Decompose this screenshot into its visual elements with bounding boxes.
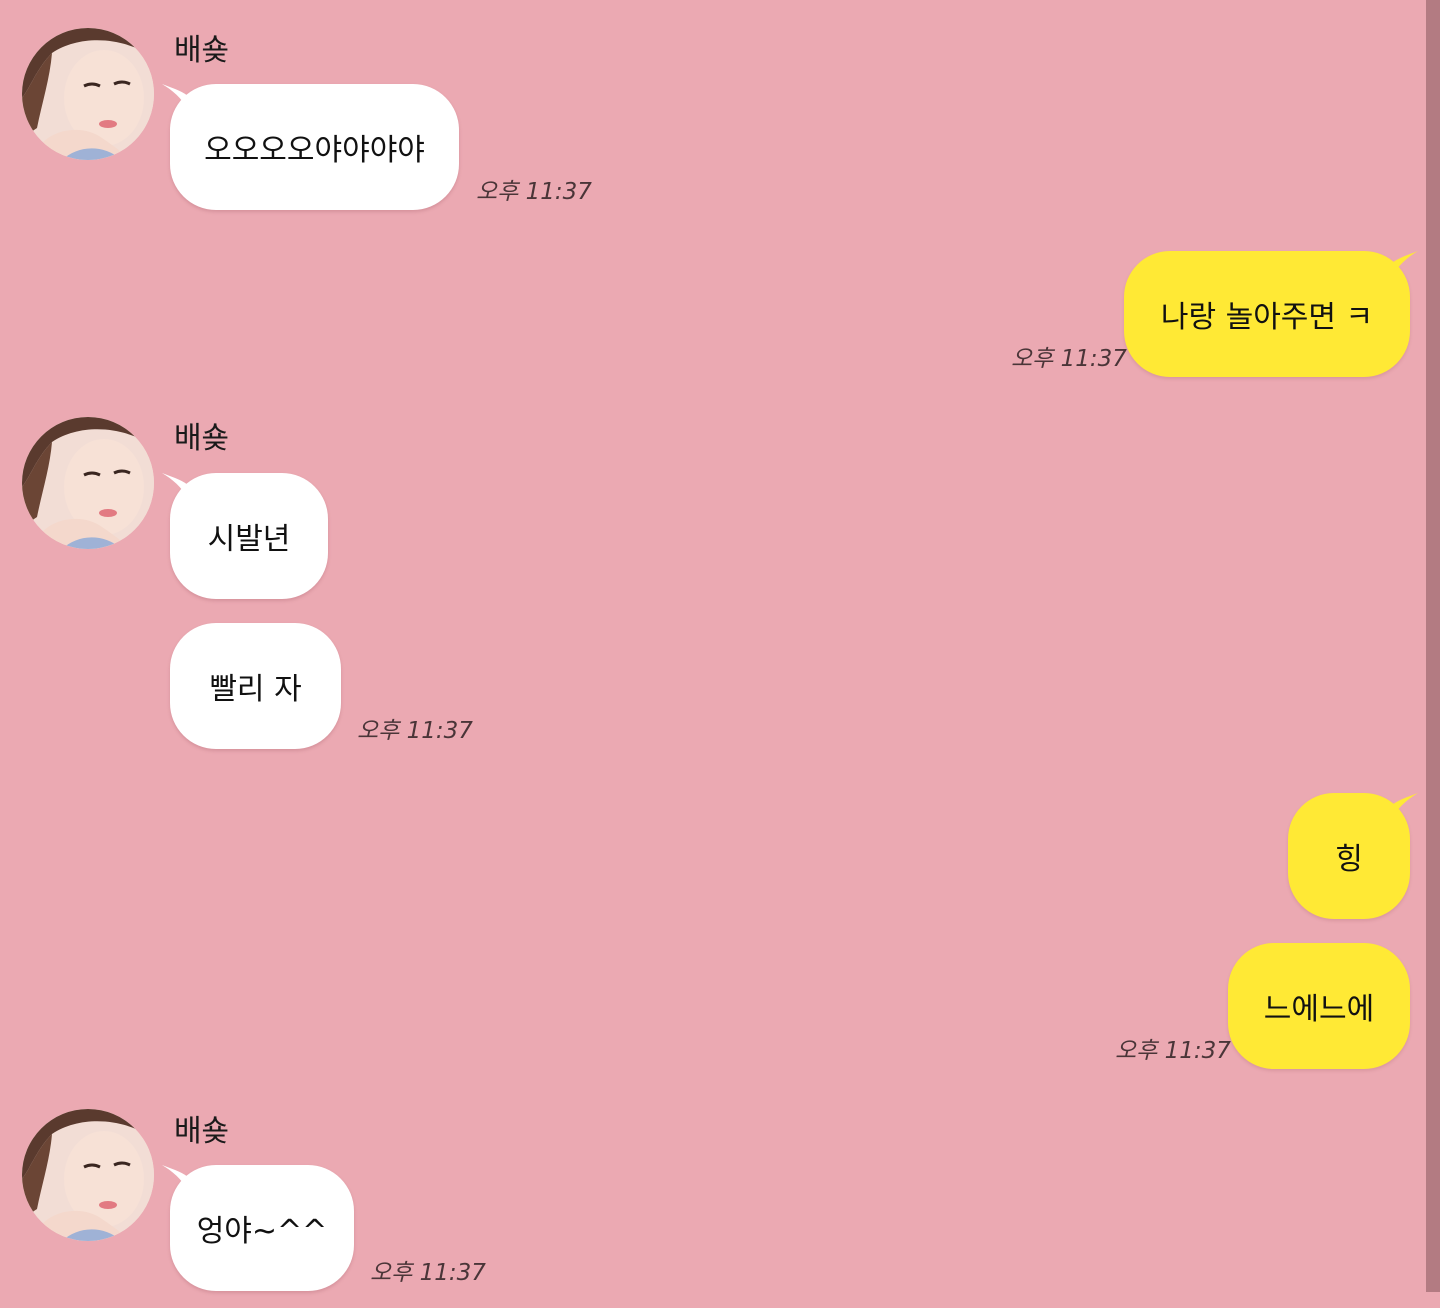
bubble-tail-icon	[162, 473, 188, 499]
bubble-tail-icon	[162, 1165, 188, 1191]
bubble-tail-icon	[1392, 793, 1418, 819]
message-timestamp: 오후 11:37	[476, 179, 592, 205]
message-timestamp: 오후 11:37	[370, 1260, 486, 1286]
avatar-photo-icon	[22, 28, 154, 160]
message-bubble-incoming[interactable]: 빨리 자	[170, 623, 341, 749]
bubble-tail-icon	[1392, 251, 1418, 277]
scrollbar[interactable]	[1426, 0, 1440, 1292]
message-bubble-incoming[interactable]: 시발년	[162, 473, 328, 599]
contact-avatar[interactable]	[22, 28, 154, 160]
sender-name: 배숒	[174, 421, 230, 456]
sender-name: 배숒	[174, 1114, 230, 1149]
message-timestamp: 오후 11:37	[1011, 346, 1127, 372]
message-timestamp: 오후 11:37	[357, 718, 473, 744]
message-text: 나랑 놀아주면 ㅋ	[1160, 300, 1374, 335]
message-bubble-incoming[interactable]: 오오오오야야야야	[162, 84, 459, 210]
message-text: 빨리 자	[209, 672, 302, 707]
message-text: 시발년	[207, 522, 291, 557]
message-bubble-outgoing[interactable]: 나랑 놀아주면 ㅋ	[1124, 251, 1418, 377]
contact-avatar[interactable]	[22, 1109, 154, 1241]
message-timestamp: 오후 11:37	[1115, 1038, 1231, 1064]
contact-avatar[interactable]	[22, 417, 154, 549]
message-text: 느에느에	[1263, 992, 1375, 1027]
sender-name: 배숒	[174, 33, 230, 68]
avatar-photo-icon	[22, 1109, 154, 1241]
bubble-tail-icon	[162, 84, 188, 110]
message-bubble-incoming[interactable]: 엉야~^^	[162, 1165, 354, 1291]
message-bubble-outgoing[interactable]: 느에느에	[1228, 943, 1410, 1069]
message-text: 엉야~^^	[196, 1214, 328, 1249]
message-text: 힝	[1335, 842, 1363, 877]
scrollbar-track	[1426, 1292, 1440, 1308]
avatar-photo-icon	[22, 417, 154, 549]
message-text: 오오오오야야야야	[204, 133, 425, 168]
chat-area[interactable]: 배숒 오오오오야야야야 오후 11:37 나랑 놀아주면 ㅋ 오후 11:37 …	[0, 0, 1426, 1308]
message-bubble-outgoing[interactable]: 힝	[1288, 793, 1418, 919]
